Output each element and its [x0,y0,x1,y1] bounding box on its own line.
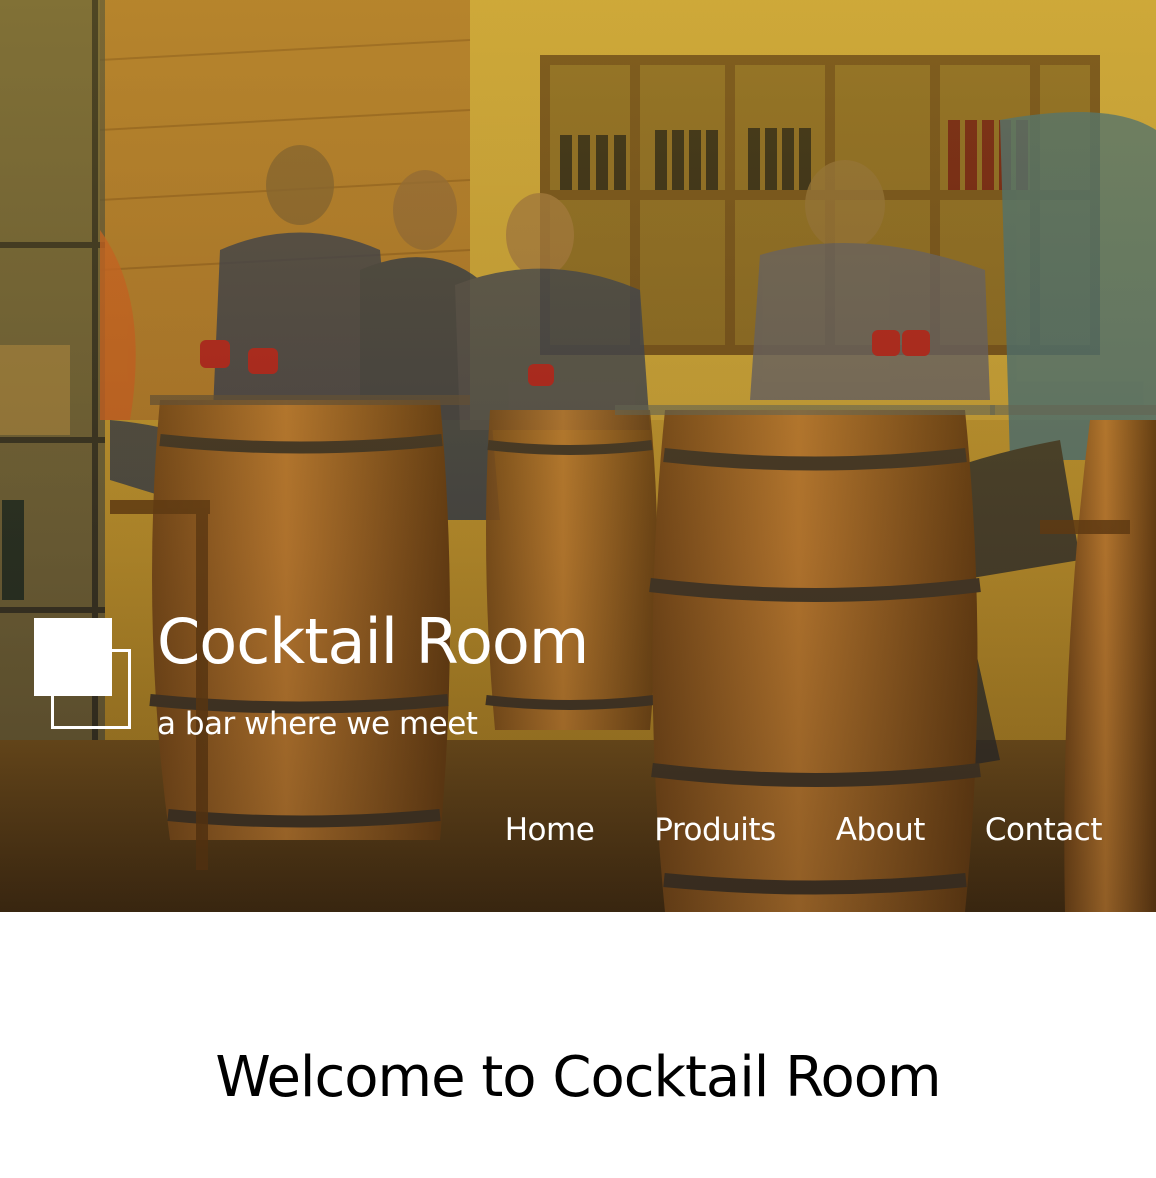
logo-front-square [34,618,112,696]
welcome-heading: Welcome to Cocktail Room [215,1045,941,1110]
main-navigation: Home Produits About Contact [505,806,1103,854]
site-title[interactable]: Cocktail Room [157,600,589,684]
nav-item-home[interactable]: Home [505,806,595,854]
nav-item-about[interactable]: About [836,806,926,854]
nav-item-contact[interactable]: Contact [985,806,1103,854]
hero-background-image [0,0,1156,912]
site-logo[interactable] [34,618,136,732]
page: Cocktail Room a bar where we meet Home P… [0,0,1156,1178]
nav-item-produits[interactable]: Produits [654,806,776,854]
site-tagline: a bar where we meet [157,706,478,742]
hero-banner: Cocktail Room a bar where we meet Home P… [0,0,1156,912]
